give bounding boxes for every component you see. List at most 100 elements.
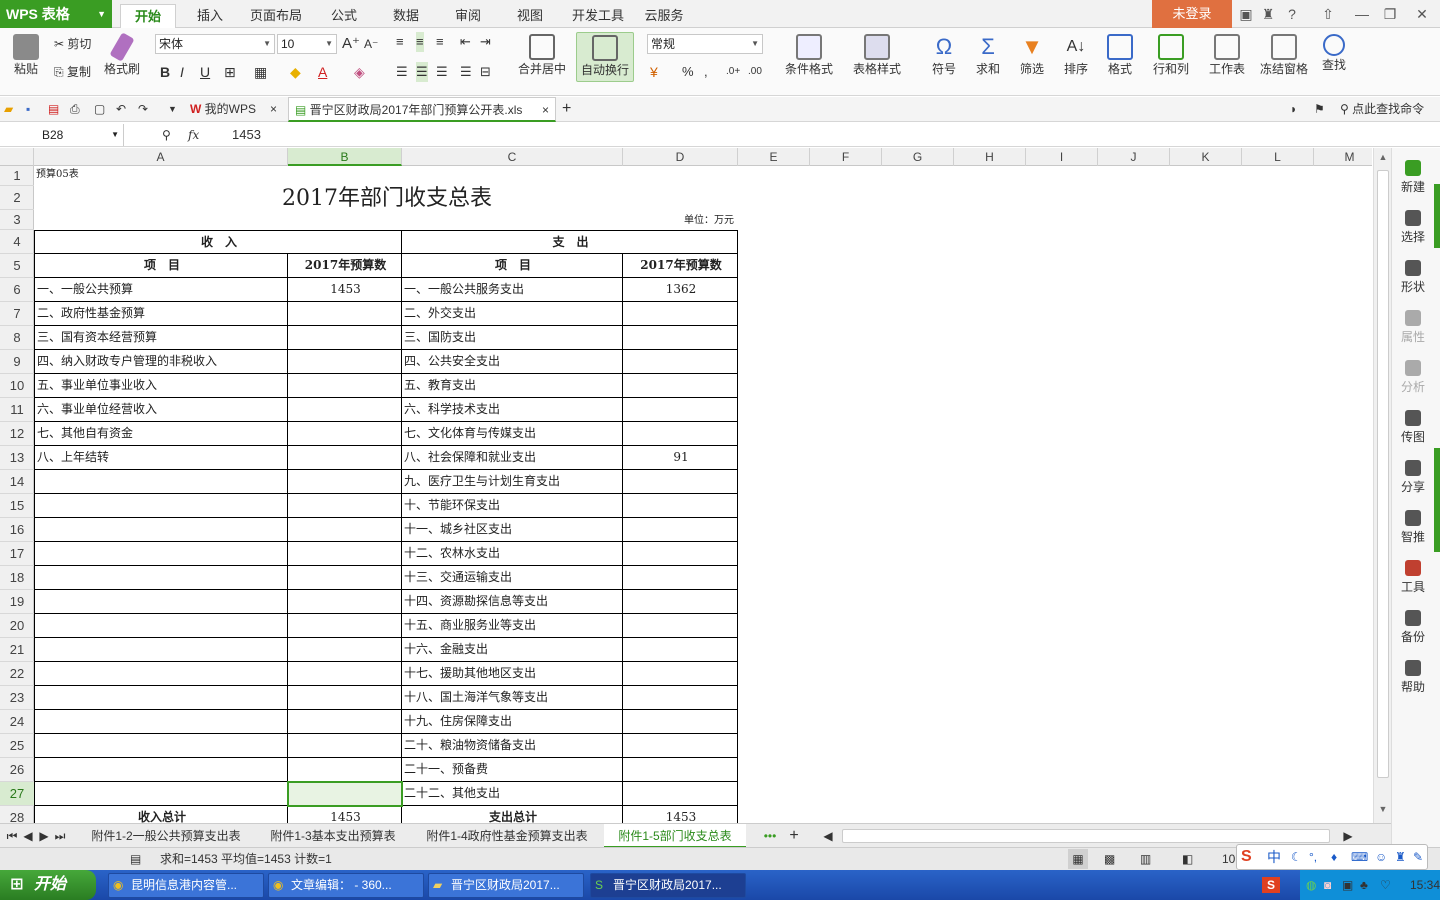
maximize-icon[interactable]: ❐ bbox=[1380, 4, 1400, 24]
tab-home[interactable]: 开始 bbox=[120, 4, 176, 28]
horizontal-scroll-thumb[interactable] bbox=[842, 829, 1330, 843]
income-item-cell[interactable] bbox=[34, 614, 288, 638]
expense-item-cell[interactable]: 六、科学技术支出 bbox=[402, 398, 623, 422]
expense-value-cell[interactable] bbox=[623, 686, 738, 710]
row-header-7[interactable]: 7 bbox=[0, 302, 34, 326]
fx-icon[interactable]: fx bbox=[188, 125, 199, 145]
font-color-icon[interactable]: A bbox=[318, 62, 327, 82]
page-break-view-icon[interactable]: ▥ bbox=[1140, 849, 1151, 869]
last-sheet-icon[interactable]: ⏭ bbox=[54, 824, 66, 848]
row-header-15[interactable]: 15 bbox=[0, 494, 34, 518]
tray-app-icon[interactable]: ◙ bbox=[1324, 875, 1331, 895]
row-header-14[interactable]: 14 bbox=[0, 470, 34, 494]
expense-budget-header[interactable]: 2017年预算数 bbox=[623, 254, 738, 278]
skin-icon[interactable]: ♜ bbox=[1395, 847, 1406, 867]
income-value-cell[interactable] bbox=[288, 398, 402, 422]
income-value-cell[interactable] bbox=[288, 614, 402, 638]
tab-cloud[interactable]: 云服务 bbox=[638, 4, 690, 28]
col-header-c[interactable]: C bbox=[402, 148, 623, 166]
moon-icon[interactable]: ☾ bbox=[1291, 847, 1302, 867]
restore-ribbon-icon[interactable]: ⇧ bbox=[1318, 4, 1338, 24]
expense-value-cell[interactable]: 1362 bbox=[623, 278, 738, 302]
expense-item-cell[interactable]: 十四、资源勘探信息等支出 bbox=[402, 590, 623, 614]
cell-a1[interactable]: 预算05表 bbox=[34, 166, 79, 186]
income-total-value[interactable]: 1453 bbox=[288, 806, 402, 823]
command-search[interactable]: ⚲ 点此查找命令 bbox=[1340, 99, 1424, 119]
comma-icon[interactable]: , bbox=[704, 62, 708, 82]
row-header-22[interactable]: 22 bbox=[0, 662, 34, 686]
close-icon[interactable]: × bbox=[542, 98, 549, 122]
col-header-l[interactable]: L bbox=[1242, 148, 1314, 166]
income-value-cell[interactable] bbox=[288, 374, 402, 398]
align-middle-icon[interactable]: ≡ bbox=[416, 32, 424, 52]
row-header-5[interactable]: 5 bbox=[0, 254, 34, 278]
keyboard-icon[interactable]: ⌨ bbox=[1351, 847, 1368, 867]
row-header-2[interactable]: 2 bbox=[0, 186, 34, 210]
row-header-26[interactable]: 26 bbox=[0, 758, 34, 782]
ime-mode[interactable]: 中 bbox=[1267, 847, 1281, 867]
expense-item-cell[interactable]: 四、公共安全支出 bbox=[402, 350, 623, 374]
row-header-13[interactable]: 13 bbox=[0, 446, 34, 470]
expense-value-cell[interactable] bbox=[623, 542, 738, 566]
login-button[interactable]: 未登录 bbox=[1152, 0, 1232, 28]
expense-value-cell[interactable] bbox=[623, 494, 738, 518]
income-value-cell[interactable] bbox=[288, 350, 402, 374]
row-header-16[interactable]: 16 bbox=[0, 518, 34, 542]
income-value-cell[interactable] bbox=[288, 710, 402, 734]
expense-item-cell[interactable]: 二十一、预备费 bbox=[402, 758, 623, 782]
currency-icon[interactable]: ¥ bbox=[650, 62, 658, 82]
vertical-scrollbar[interactable]: ▲ ▼ bbox=[1373, 148, 1391, 823]
expense-value-cell[interactable] bbox=[623, 590, 738, 614]
cell-style-icon[interactable]: ▦ bbox=[254, 62, 267, 82]
help-menu-icon[interactable]: ? bbox=[1282, 4, 1302, 24]
col-header-a[interactable]: A bbox=[34, 148, 288, 166]
expense-item-cell[interactable]: 十、节能环保支出 bbox=[402, 494, 623, 518]
expense-item-cell[interactable]: 十九、住房保障支出 bbox=[402, 710, 623, 734]
tab-view[interactable]: 视图 bbox=[504, 4, 556, 28]
income-item-cell[interactable] bbox=[34, 494, 288, 518]
col-header-g[interactable]: G bbox=[882, 148, 954, 166]
panel-select-button[interactable]: 选择 bbox=[1392, 210, 1434, 245]
income-item-cell[interactable] bbox=[34, 638, 288, 662]
expense-value-cell[interactable] bbox=[623, 782, 738, 806]
income-header[interactable]: 收 入 bbox=[34, 230, 402, 254]
row-header-1[interactable]: 1 bbox=[0, 166, 34, 186]
punctuation-icon[interactable]: °, bbox=[1309, 847, 1317, 867]
align-left-icon[interactable]: ☰ bbox=[396, 62, 408, 82]
expense-item-cell[interactable]: 八、社会保障和就业支出 bbox=[402, 446, 623, 470]
expense-value-cell[interactable] bbox=[623, 422, 738, 446]
row-header-3[interactable]: 3 bbox=[0, 210, 34, 230]
tab-review[interactable]: 审阅 bbox=[442, 4, 494, 28]
expense-value-cell[interactable] bbox=[623, 566, 738, 590]
expense-value-cell[interactable]: 91 bbox=[623, 446, 738, 470]
open-icon[interactable]: ▰ bbox=[4, 99, 13, 119]
page-layout-view-icon[interactable]: ▩ bbox=[1104, 849, 1115, 869]
income-item-cell[interactable] bbox=[34, 662, 288, 686]
clock[interactable]: 15:34 bbox=[1410, 875, 1440, 895]
row-header-21[interactable]: 21 bbox=[0, 638, 34, 662]
preview-icon[interactable]: ▢ bbox=[94, 99, 105, 119]
income-item-cell[interactable]: 四、纳入财政专户管理的非税收入 bbox=[34, 350, 288, 374]
col-header-j[interactable]: J bbox=[1098, 148, 1170, 166]
row-header-25[interactable]: 25 bbox=[0, 734, 34, 758]
expense-item-cell[interactable]: 十七、援助其他地区支出 bbox=[402, 662, 623, 686]
expense-value-cell[interactable] bbox=[623, 302, 738, 326]
sheet-tab-1-2[interactable]: 附件1-2一般公共预算支出表 bbox=[78, 824, 254, 848]
row-header-24[interactable]: 24 bbox=[0, 710, 34, 734]
indent-decrease-icon[interactable]: ⇤ bbox=[460, 32, 471, 52]
income-value-cell[interactable] bbox=[288, 686, 402, 710]
italic-icon[interactable]: I bbox=[180, 62, 184, 82]
cut-button[interactable]: ✂ 剪切 bbox=[54, 34, 91, 54]
row-header-10[interactable]: 10 bbox=[0, 374, 34, 398]
ime-toolbar[interactable]: S 中 ☾ °, ♦ ⌨ ☺ ♜ ✎ bbox=[1236, 844, 1428, 870]
row-header-27[interactable]: 27 bbox=[0, 782, 34, 806]
first-sheet-icon[interactable]: ⏮ bbox=[6, 824, 18, 848]
user-icon[interactable]: ☺ bbox=[1375, 847, 1387, 867]
font-name-select[interactable]: 宋体 ▼ bbox=[155, 34, 275, 54]
conditional-format-button[interactable]: 条件格式 bbox=[778, 34, 840, 77]
expense-value-cell[interactable] bbox=[623, 470, 738, 494]
income-value-cell[interactable] bbox=[288, 422, 402, 446]
normal-view-icon[interactable]: ▦ bbox=[1068, 849, 1088, 869]
col-header-i[interactable]: I bbox=[1026, 148, 1098, 166]
income-item-cell[interactable] bbox=[34, 686, 288, 710]
